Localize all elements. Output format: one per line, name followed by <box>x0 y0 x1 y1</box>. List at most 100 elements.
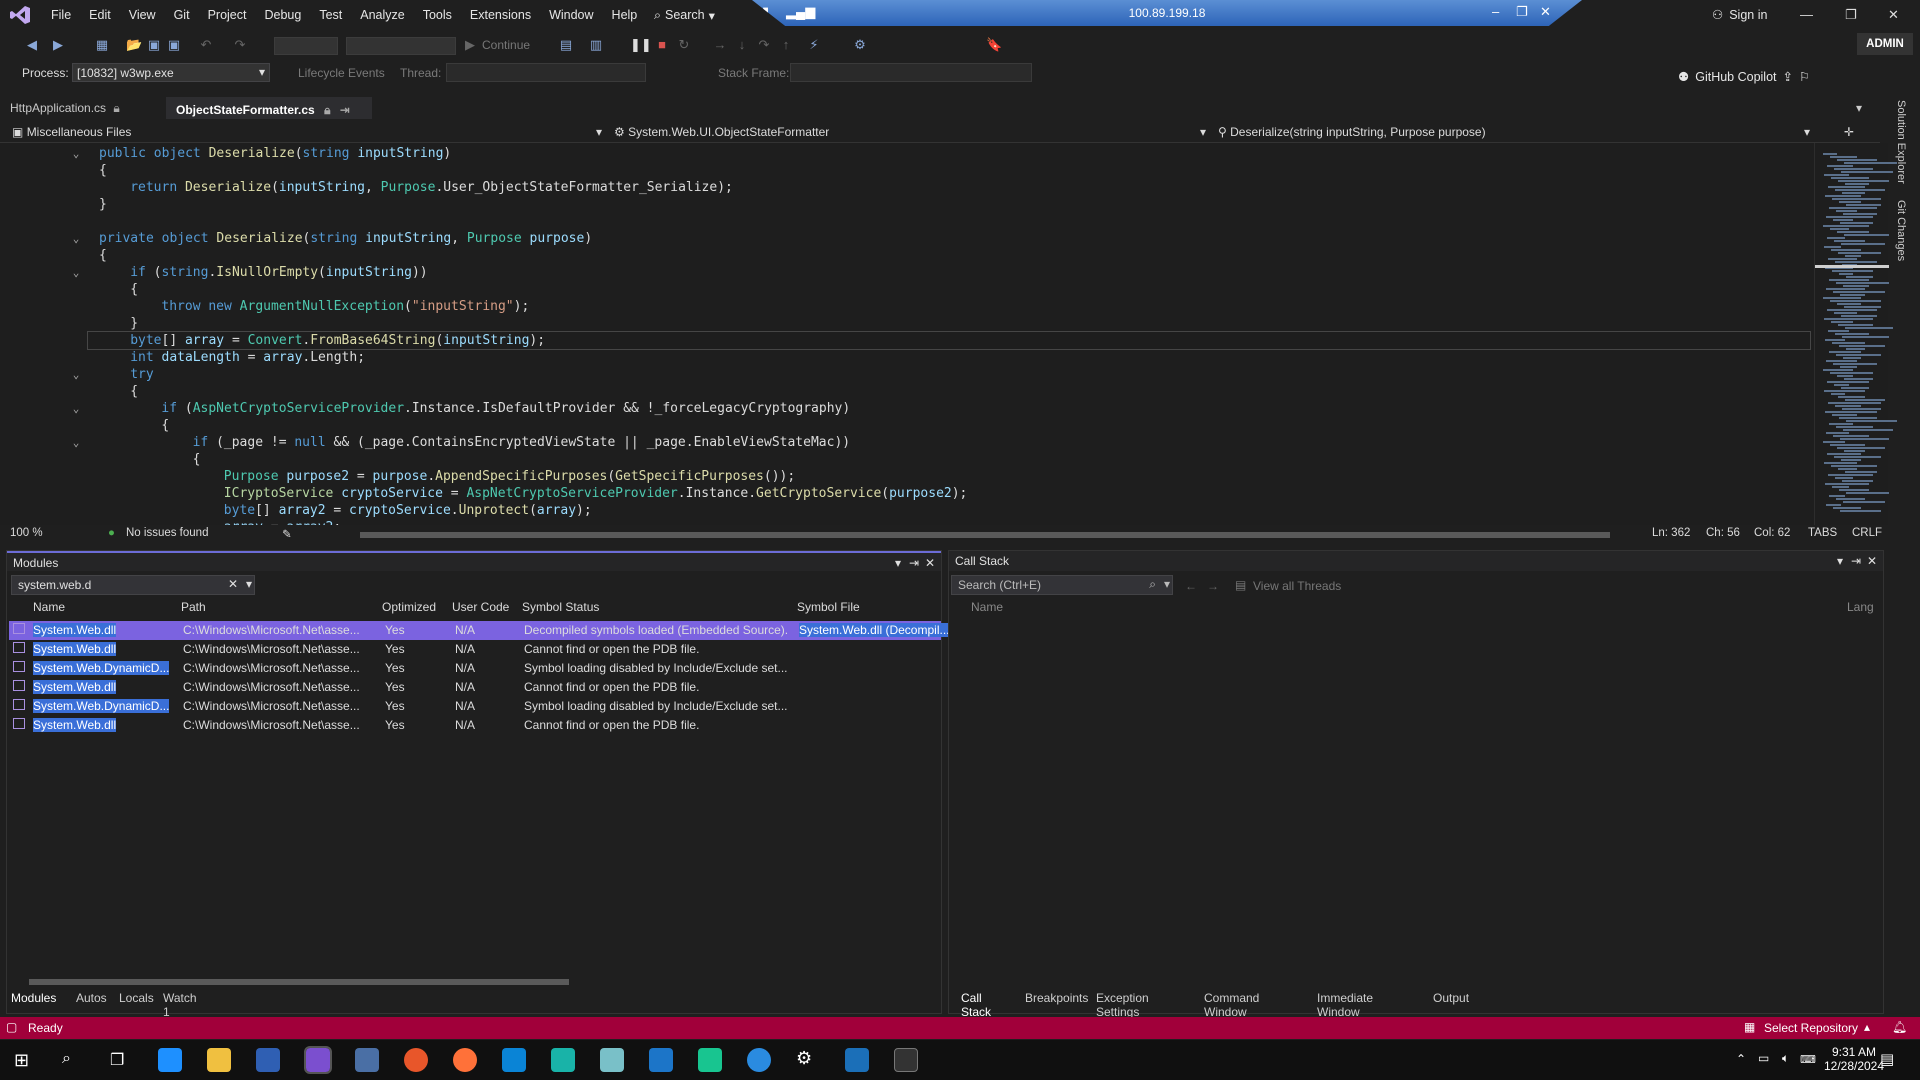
modules-horizontal-scrollbar[interactable] <box>15 977 935 987</box>
scrollbar-thumb[interactable] <box>360 532 1610 538</box>
chevron-down-icon[interactable]: ▾ <box>1164 577 1170 591</box>
module-row[interactable]: System.Web.dll C:\Windows\Microsoft.Net\a… <box>9 621 950 640</box>
menu-test[interactable]: Test <box>310 8 351 22</box>
step-over-icon[interactable]: ↷ <box>756 37 772 53</box>
column-header-name[interactable]: Name <box>971 600 1003 614</box>
windows-start-icon[interactable]: ⊞ <box>14 1050 29 1071</box>
git-changes-tab[interactable]: Git Changes <box>1895 200 1907 261</box>
save-all-icon[interactable]: ▣ <box>166 37 182 53</box>
diagnostic-icon[interactable]: ⚙ <box>852 37 868 53</box>
internet-explorer-icon[interactable] <box>158 1048 182 1072</box>
platform-dropdown[interactable] <box>346 37 456 55</box>
column-header-user-code[interactable]: User Code <box>452 600 509 614</box>
menu-edit[interactable]: Edit <box>80 8 120 22</box>
restart-icon[interactable]: ↻ <box>676 37 692 53</box>
tab-objectstateformatter[interactable]: ObjectStateFormatter.cs 🔒︎ ⇥ ✕ <box>166 97 372 132</box>
process-dropdown[interactable]: [10832] w3wp.exe ▾ <box>72 63 270 82</box>
zoom-level[interactable]: 100 % <box>10 527 43 539</box>
search-icon[interactable]: ⌕ <box>62 1050 71 1068</box>
column-header-symbol-file[interactable]: Symbol File <box>797 600 860 614</box>
menu-git[interactable]: Git <box>165 8 199 22</box>
layout-icon[interactable]: ▥ <box>588 37 604 53</box>
tab-exception-settings[interactable]: Exception Settings <box>1096 991 1149 1019</box>
firefox-icon[interactable] <box>453 1048 477 1072</box>
volume-icon[interactable]: 🔈︎ <box>1782 1051 1789 1066</box>
chevron-up-icon[interactable]: ▴ <box>1864 1020 1870 1034</box>
menu-view[interactable]: View <box>120 8 165 22</box>
column-header-name[interactable]: Name <box>33 600 65 614</box>
stop-icon[interactable]: ■ <box>654 37 670 53</box>
tool-app-icon[interactable] <box>600 1048 624 1072</box>
step-out-icon[interactable]: ↑ <box>778 37 794 53</box>
bookmark-icon[interactable]: 🔖 <box>986 37 1002 53</box>
threads-icon[interactable]: ▤ <box>1235 578 1246 592</box>
visual-studio-taskbar-icon[interactable] <box>304 1046 332 1074</box>
module-row[interactable]: System.Web.dll C:\Windows\Microsoft.Net\a… <box>9 640 941 659</box>
postman-icon[interactable] <box>404 1048 428 1072</box>
brush-icon[interactable]: ✎ <box>282 527 292 541</box>
close-icon[interactable]: ✕ <box>1888 7 1899 23</box>
undo-icon[interactable]: ↶ <box>198 37 214 53</box>
command-prompt-icon[interactable] <box>894 1048 918 1072</box>
menu-file[interactable]: File <box>42 8 80 22</box>
admin-badge[interactable]: ADMIN <box>1857 33 1913 55</box>
tab-locals[interactable]: Locals <box>119 991 154 1005</box>
column-header-symbol-status[interactable]: Symbol Status <box>522 600 599 614</box>
minimize-icon[interactable]: — <box>1800 7 1813 22</box>
column-number[interactable]: Col: 62 <box>1754 527 1790 539</box>
issues-status[interactable]: No issues found <box>126 527 208 539</box>
dev-tool-icon[interactable] <box>649 1048 673 1072</box>
column-header-optimized[interactable]: Optimized <box>382 600 436 614</box>
code-editor[interactable]: ⌄ ⌄ ⌄ ⌄ ⌄ ⌄ public object Deserialize(st… <box>0 143 1815 525</box>
menu-project[interactable]: Project <box>199 8 256 22</box>
tab-immediate-window[interactable]: Immediate Window <box>1317 991 1373 1019</box>
code-minimap[interactable] <box>1814 143 1897 525</box>
open-file-icon[interactable]: 📂 <box>126 37 142 53</box>
network-icon[interactable]: ▭ <box>1758 1051 1769 1065</box>
hot-reload-icon[interactable]: ⚡ <box>806 37 822 53</box>
configuration-dropdown[interactable] <box>274 37 338 55</box>
column-header-language[interactable]: Lang <box>1847 600 1874 614</box>
notification-icon[interactable]: 🔔︎ <box>1892 1020 1907 1034</box>
chevron-down-icon[interactable]: ▾ <box>895 556 901 570</box>
server-manager-icon[interactable] <box>355 1048 379 1072</box>
sign-in-button[interactable]: ⚇ Sign in <box>1712 7 1767 23</box>
search-icon[interactable]: ⌕ <box>1149 577 1156 592</box>
clear-search-icon[interactable]: ✕ <box>228 577 238 591</box>
tabs-indicator[interactable]: TABS <box>1808 527 1837 539</box>
call-stack-search-input[interactable]: Search (Ctrl+E) ⌕ ▾ <box>951 575 1173 595</box>
rdp-minimize-icon[interactable]: – <box>1492 4 1499 19</box>
pause-icon[interactable]: ❚❚ <box>630 37 652 53</box>
powershell-icon[interactable] <box>256 1048 280 1072</box>
forward-icon[interactable]: → <box>1207 579 1219 593</box>
minimap-viewport[interactable] <box>1815 265 1889 268</box>
file-explorer-icon[interactable] <box>207 1048 231 1072</box>
tab-autos[interactable]: Autos <box>76 991 107 1005</box>
pulse-app-icon[interactable] <box>698 1048 722 1072</box>
tab-breakpoints[interactable]: Breakpoints <box>1025 991 1088 1005</box>
task-view-icon[interactable]: ❐ <box>110 1050 124 1070</box>
thread-dropdown[interactable] <box>446 63 646 82</box>
close-icon[interactable]: ✕ <box>925 556 935 570</box>
pin-icon[interactable]: ⇥ <box>909 556 919 570</box>
solution-explorer-tab[interactable]: Solution Explorer <box>1895 100 1907 184</box>
split-editor-icon[interactable]: ✛ <box>1844 125 1854 139</box>
pin-icon[interactable]: ⇥ <box>1851 554 1861 568</box>
restore-icon[interactable]: ❐ <box>1845 7 1857 23</box>
tab-watch-1[interactable]: Watch 1 <box>163 991 197 1019</box>
module-row[interactable]: System.Web.dll C:\Windows\Microsoft.Net\a… <box>9 716 941 735</box>
member-selector[interactable]: ⚲ Deserialize(string inputString, Purpos… <box>1218 125 1486 139</box>
tab-output[interactable]: Output <box>1433 991 1469 1005</box>
module-row[interactable]: System.Web.DynamicD... C:\Windows\Microso… <box>9 697 941 716</box>
chevron-down-icon[interactable]: ▾ <box>1837 554 1843 568</box>
horizontal-scrollbar[interactable] <box>360 532 1610 538</box>
rdp-restore-icon[interactable]: ❐ <box>1516 4 1528 20</box>
menu-analyze[interactable]: Analyze <box>351 8 413 22</box>
chrome-icon[interactable] <box>747 1048 771 1072</box>
continue-button[interactable]: Continue <box>482 38 530 52</box>
vscode-icon[interactable] <box>502 1048 526 1072</box>
back-icon[interactable]: ← <box>1185 579 1197 593</box>
chevron-down-icon[interactable]: ▾ <box>596 125 602 139</box>
action-center-icon[interactable]: ▤ <box>1880 1050 1894 1068</box>
close-icon[interactable]: ✕ <box>1867 554 1877 568</box>
